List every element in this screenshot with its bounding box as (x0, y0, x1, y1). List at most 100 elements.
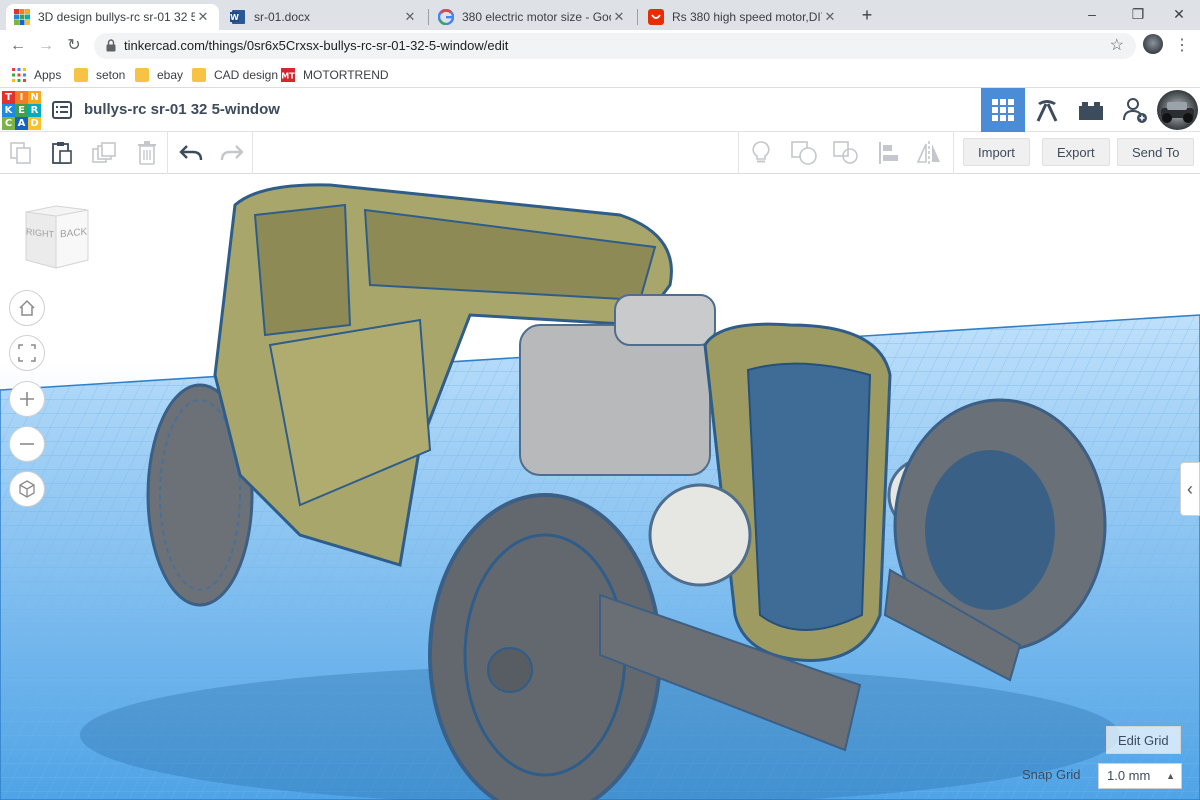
profile-icon[interactable] (1143, 34, 1163, 54)
logo-letter: K (2, 104, 15, 117)
projection-button[interactable] (9, 471, 45, 507)
close-tab-icon[interactable]: ✕ (822, 9, 838, 25)
google-favicon (437, 8, 455, 26)
home-icon (19, 299, 35, 316)
bookmark-apps[interactable]: Apps (12, 65, 61, 85)
copy-icon[interactable] (6, 138, 36, 168)
minus-icon (20, 443, 34, 445)
grid-view-icon[interactable] (981, 88, 1025, 132)
workplane-viewport[interactable]: RIGHT BACK ‹ Edit Grid Snap Grid 1.0 mm … (0, 175, 1200, 800)
url-text: tinkercad.com/things/0sr6x5Crxsx-bullys-… (124, 38, 509, 53)
fit-view-button[interactable] (9, 335, 45, 371)
duplicate-icon[interactable] (89, 138, 119, 168)
hot-rod-model[interactable] (0, 175, 1200, 800)
pickaxe-icon[interactable] (1025, 88, 1069, 132)
back-button[interactable]: ← (6, 34, 30, 58)
folder-icon (74, 68, 88, 82)
close-window-button[interactable]: ✕ (1156, 0, 1200, 30)
logo-letter: E (15, 104, 28, 117)
snap-grid-select[interactable]: 1.0 mm ▲ (1098, 763, 1182, 789)
edit-toolbar: Import Export Send To (0, 132, 1200, 174)
plus-icon (20, 392, 34, 406)
logo-letter: T (2, 91, 15, 104)
word-favicon: W (230, 9, 246, 25)
redo-icon[interactable] (217, 138, 247, 168)
folder-icon (192, 68, 206, 82)
design-list-icon[interactable] (52, 100, 72, 120)
ungroup-icon[interactable] (831, 138, 861, 168)
logo-letter: I (15, 91, 28, 104)
design-title[interactable]: bullys-rc sr-01 32 5-window (84, 88, 280, 132)
tinkercad-logo[interactable]: T I N K E R C A D (2, 91, 41, 130)
bookmark-motortrend[interactable]: MT MOTORTREND (281, 65, 389, 85)
chevron-left-icon: ‹ (1187, 479, 1193, 499)
home-view-button[interactable] (9, 290, 45, 326)
lightbulb-icon[interactable] (746, 138, 776, 168)
brick-icon[interactable] (1069, 88, 1113, 132)
bookmark-label: MOTORTREND (303, 68, 389, 82)
tab-title: 380 electric motor size - Google S (462, 10, 611, 24)
svg-text:MT: MT (281, 72, 295, 81)
bookmark-label: seton (96, 68, 126, 82)
logo-letter: R (28, 104, 41, 117)
cube-icon (19, 480, 35, 498)
toolbar-separator (953, 132, 954, 174)
logo-letter: N (28, 91, 41, 104)
bookmark-seton[interactable]: seton (74, 65, 125, 85)
undo-icon[interactable] (176, 138, 206, 168)
minimize-button[interactable]: – (1069, 0, 1115, 30)
zoom-in-button[interactable] (9, 381, 45, 417)
add-user-icon[interactable] (1113, 88, 1157, 132)
tab-aliexpress[interactable]: Rs 380 high speed motor,DIY mo ✕ (640, 4, 846, 30)
edit-grid-button[interactable]: Edit Grid (1106, 726, 1181, 754)
tab-title: sr-01.docx (254, 10, 311, 24)
close-tab-icon[interactable]: ✕ (195, 9, 211, 25)
user-avatar[interactable] (1157, 90, 1198, 130)
snap-grid-label: Snap Grid (1022, 767, 1081, 782)
maximize-button[interactable]: ❐ (1115, 0, 1161, 30)
tab-tinkercad[interactable]: 3D design bullys-rc sr-01 32 5-w ✕ (6, 4, 219, 30)
folder-icon (135, 68, 149, 82)
tab-title: 3D design bullys-rc sr-01 32 5-w (38, 10, 195, 24)
logo-letter: D (28, 117, 41, 130)
group-icon[interactable] (789, 138, 819, 168)
reload-button[interactable]: ↻ (62, 34, 86, 58)
tab-google-search[interactable]: 380 electric motor size - Google S ✕ (430, 4, 635, 30)
align-icon[interactable] (874, 138, 904, 168)
toolbar-separator (167, 132, 168, 174)
tab-word-doc[interactable]: W sr-01.docx ✕ (222, 4, 426, 30)
zoom-out-button[interactable] (9, 426, 45, 462)
toolbar-separator (738, 132, 739, 174)
bookmark-label: CAD design (214, 68, 279, 82)
new-tab-button[interactable]: + (856, 4, 878, 26)
browser-menu-icon[interactable]: ⋮ (1172, 34, 1192, 58)
address-bar-row: ← → ↻ tinkercad.com/things/0sr6x5Crxsx-b… (0, 30, 1200, 62)
trash-icon[interactable] (132, 138, 162, 168)
bookmark-star-icon[interactable]: ☆ (1110, 33, 1124, 59)
close-tab-icon[interactable]: ✕ (611, 9, 627, 25)
import-button[interactable]: Import (963, 138, 1030, 166)
bookmark-cad-design[interactable]: CAD design (192, 65, 278, 85)
logo-letter: A (15, 117, 28, 130)
caret-up-icon: ▲ (1166, 771, 1175, 781)
tinkercad-header: T I N K E R C A D bullys-rc sr-01 32 5-w… (0, 88, 1200, 132)
bookmark-ebay[interactable]: ebay (135, 65, 183, 85)
apps-grid-icon (12, 68, 26, 82)
export-button[interactable]: Export (1042, 138, 1110, 166)
bookmarks-bar: Apps seton ebay CAD design MT MOTORTREND (0, 62, 1200, 88)
send-to-button[interactable]: Send To (1117, 138, 1195, 166)
url-field[interactable]: tinkercad.com/things/0sr6x5Crxsx-bullys-… (94, 33, 1136, 59)
close-tab-icon[interactable]: ✕ (402, 9, 418, 25)
tab-separator (428, 9, 429, 25)
view-cube[interactable]: RIGHT BACK (22, 202, 92, 272)
collapse-panel-button[interactable]: ‹ (1180, 462, 1200, 516)
snap-grid-value: 1.0 mm (1107, 768, 1151, 783)
toolbar-separator (252, 132, 253, 174)
mirror-icon[interactable] (914, 138, 944, 168)
paste-icon[interactable] (47, 138, 77, 168)
fit-icon (18, 344, 36, 362)
browser-tab-strip: 3D design bullys-rc sr-01 32 5-w ✕ W sr-… (0, 0, 1200, 30)
motortrend-icon: MT (281, 68, 295, 82)
forward-button[interactable]: → (34, 34, 58, 58)
bookmark-label: Apps (34, 68, 62, 82)
